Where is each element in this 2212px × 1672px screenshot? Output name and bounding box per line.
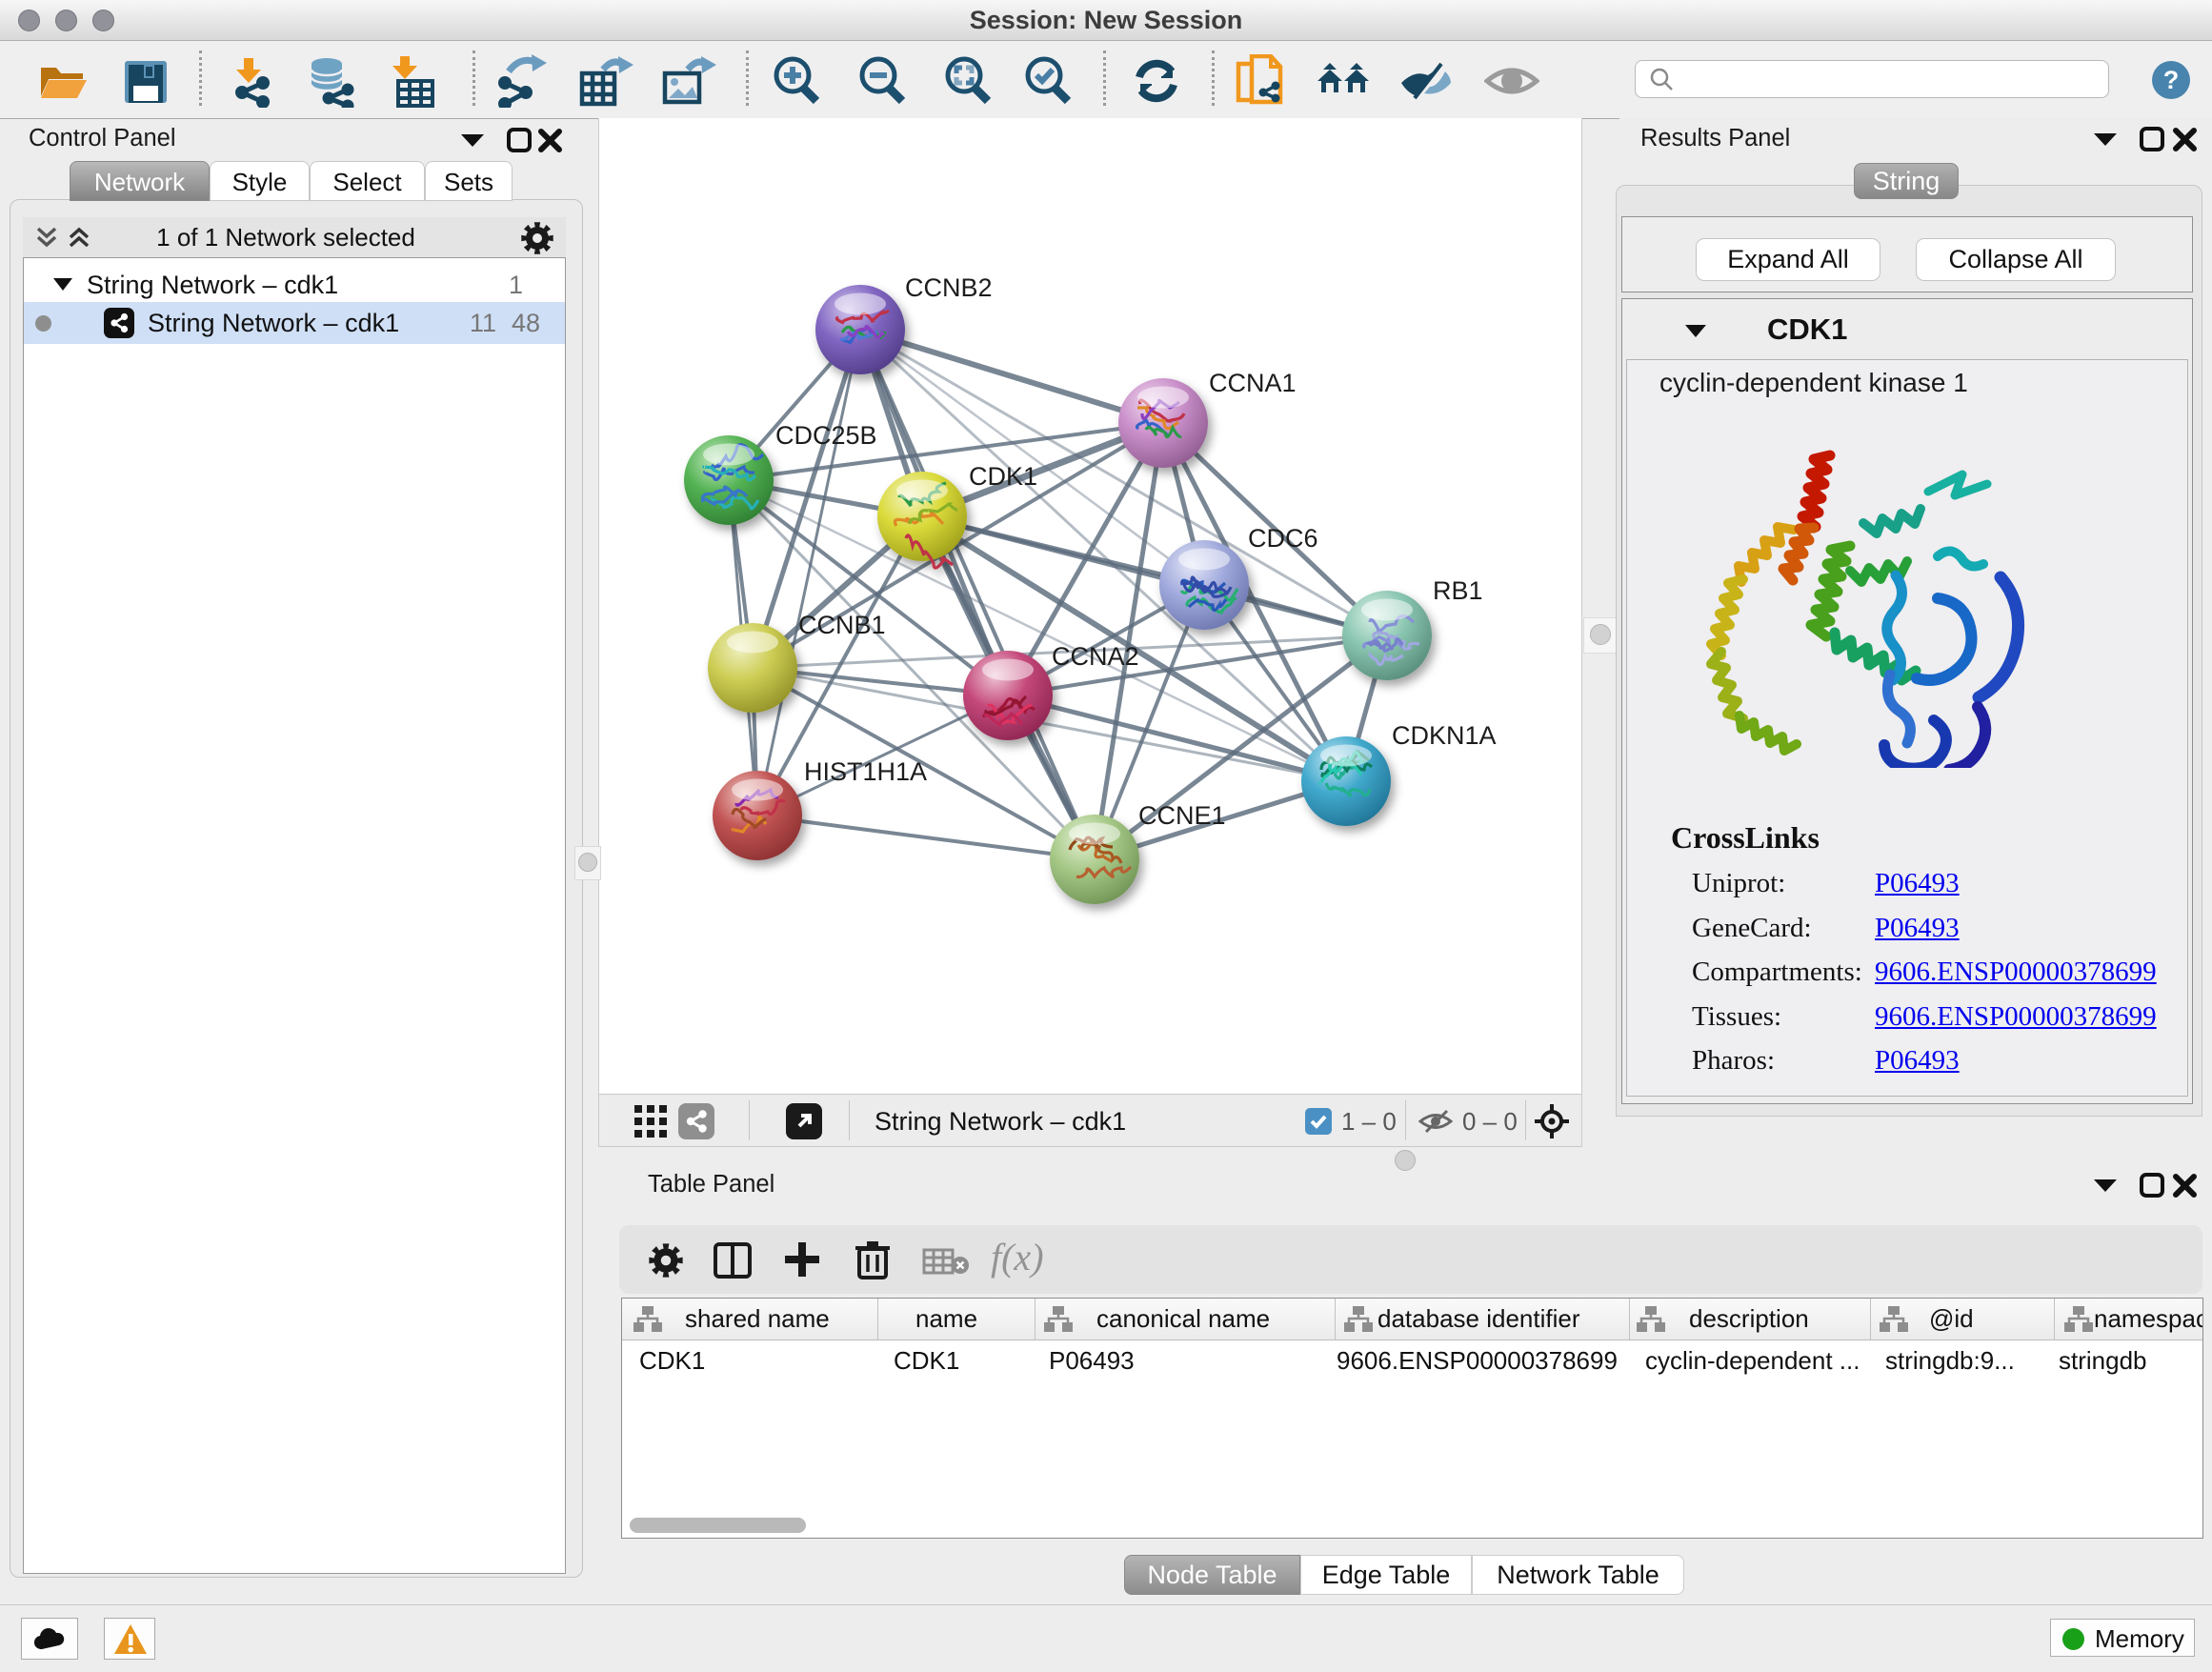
svg-text:CCNA1: CCNA1: [1209, 369, 1297, 397]
svg-text:CCNB1: CCNB1: [798, 611, 886, 639]
svg-text:CDC25B: CDC25B: [775, 421, 877, 450]
svg-text:CCNA2: CCNA2: [1052, 642, 1139, 671]
svg-text:RB1: RB1: [1433, 576, 1483, 605]
svg-text:CDKN1A: CDKN1A: [1392, 721, 1497, 750]
svg-text:?: ?: [2163, 66, 2180, 94]
svg-text:HIST1H1A: HIST1H1A: [804, 757, 927, 786]
svg-text:CCNE1: CCNE1: [1138, 801, 1226, 830]
svg-text:CCNB2: CCNB2: [905, 273, 993, 302]
svg-text:CDK1: CDK1: [969, 462, 1037, 491]
svg-text:CDC6: CDC6: [1248, 524, 1318, 553]
